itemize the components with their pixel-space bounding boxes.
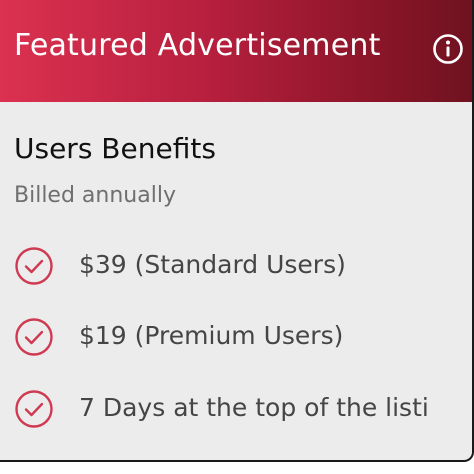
- header-title: Featured Advertisement: [14, 28, 381, 63]
- check-circle-icon: [15, 390, 53, 428]
- check-circle-icon: [15, 247, 53, 285]
- benefit-label: $19 (Premium Users): [79, 321, 344, 350]
- benefit-label: $39 (Standard Users): [79, 250, 346, 279]
- check-circle-icon: [15, 318, 53, 356]
- benefit-label: 7 Days at the top of the listi: [79, 393, 429, 422]
- plan-title: Users Benefits: [14, 132, 216, 165]
- card-header: Featured Advertisement: [0, 0, 472, 102]
- featured-ad-card: Featured Advertisement Users Benefits Bi…: [0, 0, 474, 462]
- billing-note: Billed annually: [14, 183, 176, 208]
- info-icon[interactable]: [432, 33, 464, 65]
